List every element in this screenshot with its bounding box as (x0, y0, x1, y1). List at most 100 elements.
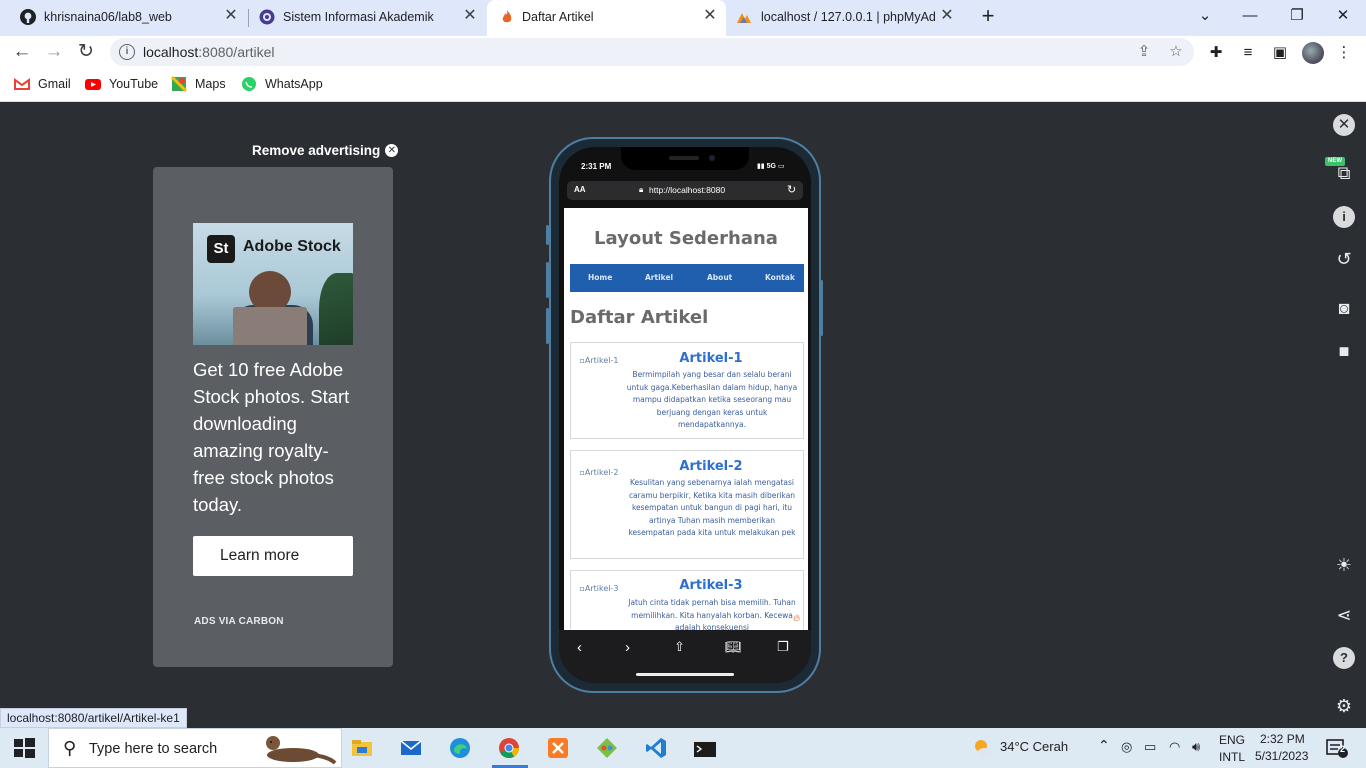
share-icon[interactable]: ⇪ (1135, 43, 1153, 61)
phone-reload-icon[interactable]: ↻ (787, 183, 796, 196)
site-info-icon[interactable]: i (119, 44, 135, 60)
nav-home-link[interactable]: Home (588, 273, 612, 282)
safari-back-icon[interactable]: ‹ (577, 639, 582, 656)
reload-button[interactable]: ↻ (74, 40, 98, 64)
nav-about-link[interactable]: About (707, 273, 732, 282)
bookmark-whatsapp[interactable]: WhatsApp (241, 76, 323, 92)
screenshot-camera-icon[interactable]: ◙ (1333, 297, 1355, 319)
tab-sistem-informasi[interactable]: Sistem Informasi Akademik ✕ (239, 0, 487, 34)
brightness-icon[interactable]: ☀ (1333, 554, 1355, 576)
safari-bookmarks-icon[interactable]: 📖︎ (725, 639, 742, 655)
adobe-stock-logo: St (207, 235, 235, 263)
notification-count: 2 (1340, 744, 1346, 754)
terminal-icon[interactable] (693, 736, 717, 760)
text-size-button[interactable]: AA (574, 185, 586, 194)
url-host: localhost (143, 44, 199, 60)
battery-icon[interactable]: ▭ (1144, 739, 1156, 755)
link-status-bubble: localhost:8080/artikel/Artikel-ke1 (0, 708, 187, 728)
ad-image[interactable]: St Adobe Stock (193, 223, 353, 345)
article-title-link[interactable]: Artikel-2 (621, 459, 801, 474)
safari-forward-icon[interactable]: › (625, 639, 630, 656)
info-icon[interactable]: i (1333, 206, 1355, 228)
article-title-link[interactable]: Artikel-3 (621, 578, 801, 593)
close-window-button[interactable]: ✕ (1332, 5, 1354, 27)
git-gui-icon[interactable] (595, 736, 619, 760)
file-explorer-icon[interactable] (350, 736, 374, 760)
article-card: ▫Artikel-2 Artikel-2 Kesulitan yang sebe… (570, 450, 804, 559)
side-panel-icon[interactable]: ▣ (1270, 43, 1290, 63)
phone-status-time: 2:31 PM (581, 162, 612, 171)
reading-list-icon[interactable]: ≡ (1238, 43, 1258, 63)
share-nodes-icon[interactable]: ⋖ (1333, 604, 1355, 626)
address-bar[interactable]: i localhost:8080/artikel ⇪ ☆ (110, 38, 1194, 66)
language-top[interactable]: ENG (1219, 733, 1245, 747)
new-tab-button[interactable]: + (977, 5, 999, 28)
tab-phpmyadmin[interactable]: localhost / 127.0.0.1 | phpMyAdmin ✕ (726, 0, 966, 34)
taskbar-search-box[interactable]: ⚲ Type here to search (48, 728, 342, 768)
codeigniter-toolbar-flame-icon[interactable]: 🔥︎ (793, 613, 800, 624)
show-hidden-icons-chevron[interactable]: ⌃ (1098, 737, 1110, 754)
settings-gear-icon[interactable]: ⚙ (1333, 695, 1355, 717)
close-emulator-icon[interactable]: ✕ (1333, 114, 1355, 136)
clock-date[interactable]: 5/31/2023 (1255, 749, 1308, 763)
phone-frame: 2:31 PM ▮▮ 5G ▭ AA 🔒︎ http://localhost:8… (549, 137, 821, 693)
xampp-icon[interactable] (546, 736, 570, 760)
phone-url: http://localhost:8080 (649, 185, 726, 195)
article-title-link[interactable]: Artikel-1 (621, 351, 801, 366)
help-icon[interactable]: ? (1333, 647, 1355, 669)
restore-button[interactable]: ❐ (1286, 5, 1308, 27)
mail-icon[interactable] (399, 736, 423, 760)
weather-sun-cloud-icon[interactable] (970, 736, 994, 760)
tab-close-icon[interactable]: ✕ (701, 7, 719, 25)
minimize-button[interactable]: — (1239, 5, 1261, 27)
phone-status-indicators: ▮▮ 5G ▭ (757, 163, 785, 170)
bookmark-star-icon[interactable]: ☆ (1167, 43, 1185, 61)
bookmark-gmail[interactable]: Gmail (14, 76, 71, 92)
article-description: Kesulitan yang sebenarnya ialah mengatas… (628, 478, 796, 538)
vscode-icon[interactable] (644, 736, 668, 760)
tab-close-icon[interactable]: ✕ (461, 7, 479, 25)
tab-daftar-artikel[interactable]: Daftar Artikel ✕ (487, 0, 726, 36)
bookmark-maps[interactable]: Maps (171, 76, 226, 92)
extensions-icon[interactable]: ✚ (1206, 43, 1226, 63)
wifi-icon[interactable]: ◠ (1169, 739, 1180, 755)
device-selector-icon[interactable]: ⧉ (1333, 162, 1355, 184)
meet-now-icon[interactable]: ◎ (1121, 739, 1132, 755)
ad-text[interactable]: Get 10 free Adobe Stock photos. Start do… (193, 356, 358, 518)
browser-toolbar: ← → ↻ i localhost:8080/artikel ⇪ ☆ ✚ ≡ ▣… (0, 36, 1366, 68)
broken-image-icon: ▫Artikel-2 (579, 468, 619, 477)
volume-icon[interactable]: 🔊︎ (1192, 739, 1200, 755)
windows-start-icon[interactable] (12, 736, 36, 760)
site-header-title: Layout Sederhana (594, 228, 778, 249)
tab-search-chevron-icon[interactable]: ⌄ (1194, 5, 1216, 27)
menu-kebab-icon[interactable]: ⋮ (1334, 43, 1354, 63)
codeigniter-flame-icon (502, 10, 512, 23)
learn-more-button[interactable]: Learn more (193, 536, 353, 576)
language-bottom[interactable]: INTL (1219, 750, 1245, 764)
profile-avatar[interactable] (1302, 42, 1324, 64)
tab-close-icon[interactable]: ✕ (222, 7, 240, 25)
weather-text[interactable]: 34°C Cerah (1000, 739, 1068, 754)
record-video-icon[interactable]: ■ (1333, 340, 1355, 362)
edge-icon[interactable] (448, 736, 472, 760)
rotate-icon[interactable]: ↺ (1333, 248, 1355, 270)
bookmark-label: WhatsApp (265, 77, 323, 91)
phone-address-bar[interactable]: AA 🔒︎ http://localhost:8080 ↻ (567, 181, 803, 200)
tab-github[interactable]: khrisnaina06/lab8_web ✕ (0, 0, 248, 34)
remove-advertising-link[interactable]: Remove advertising ✕ (252, 143, 399, 158)
safari-tabs-icon[interactable]: ❐ (777, 639, 789, 655)
ads-via-carbon-link[interactable]: ADS VIA CARBON (194, 616, 284, 627)
back-button[interactable]: ← (10, 40, 34, 64)
nav-artikel-link[interactable]: Artikel (645, 273, 673, 282)
nav-kontak-link[interactable]: Kontak (765, 273, 795, 282)
chrome-icon[interactable] (497, 736, 521, 760)
image-alt-text: Artikel-3 (584, 584, 619, 593)
safari-share-icon[interactable]: ⇧ (674, 639, 685, 655)
forward-button[interactable]: → (42, 40, 66, 64)
tab-title: Daftar Artikel (522, 10, 594, 24)
article-description: Bermimpilah yang besar dan selalu berani… (626, 370, 798, 430)
tab-close-icon[interactable]: ✕ (938, 7, 956, 25)
bookmark-youtube[interactable]: YouTube (85, 76, 158, 92)
clock-time[interactable]: 2:32 PM (1260, 732, 1305, 746)
gmail-icon (14, 78, 30, 90)
